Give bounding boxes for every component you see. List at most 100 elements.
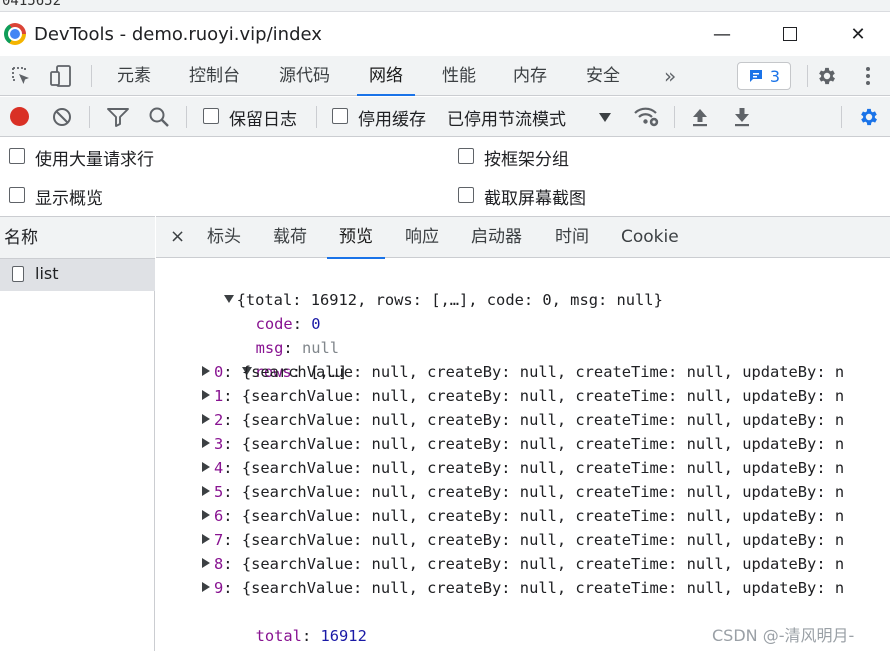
issues-button[interactable]: 3 <box>737 62 791 90</box>
json-row-index: 4 <box>214 459 224 477</box>
tab-response[interactable]: 响应 <box>405 217 439 258</box>
record-button[interactable] <box>10 107 29 126</box>
tab-preview[interactable]: 预览 <box>327 217 385 259</box>
preserve-log-checkbox[interactable] <box>203 108 219 124</box>
clear-button[interactable] <box>51 106 73 128</box>
collapse-triangle-icon[interactable] <box>202 365 210 376</box>
chevron-down-icon <box>599 112 611 122</box>
json-row-index: 8 <box>214 555 224 573</box>
json-row-index: 6 <box>214 507 224 525</box>
json-row-index: 9 <box>214 579 224 597</box>
json-root-node[interactable]: {total: 16912, rows: [,…], code: 0, msg:… <box>168 264 663 309</box>
close-detail-button[interactable]: × <box>170 217 185 258</box>
download-icon <box>735 108 749 127</box>
network-options-row-1: 使用大量请求行 按框架分组 <box>0 138 890 177</box>
issues-count: 3 <box>769 66 781 86</box>
tab-security[interactable]: 安全 <box>586 56 620 96</box>
collapse-triangle-icon[interactable] <box>202 509 210 520</box>
json-row-item[interactable]: 3: {searchValue: null, createBy: null, c… <box>200 432 844 456</box>
window-title: DevTools - demo.ruoyi.vip/index <box>34 23 322 45</box>
tab-sources[interactable]: 源代码 <box>279 56 330 96</box>
large-rows-checkbox[interactable] <box>9 148 25 164</box>
message-icon <box>749 70 762 82</box>
json-row-item[interactable]: 4: {searchValue: null, createBy: null, c… <box>200 456 844 480</box>
throttling-select[interactable]: 已停用节流模式 <box>447 105 566 130</box>
tab-performance[interactable]: 性能 <box>442 56 476 96</box>
json-row-item[interactable]: 9: {searchValue: null, createBy: null, c… <box>200 576 844 600</box>
tab-console[interactable]: 控制台 <box>189 56 240 96</box>
tab-timing[interactable]: 时间 <box>555 217 589 258</box>
inspect-element-button[interactable] <box>8 64 34 88</box>
tab-elements[interactable]: 元素 <box>117 56 151 96</box>
tab-initiator[interactable]: 启动器 <box>471 217 522 258</box>
collapse-triangle-icon[interactable] <box>202 533 210 544</box>
json-rows-node[interactable]: rows: [,…] <box>186 336 347 381</box>
request-detail-panel: × 标头 载荷 预览 响应 启动器 时间 Cookie {total: 1691… <box>156 216 890 651</box>
device-toolbar-button[interactable] <box>48 63 74 89</box>
json-row-index: 5 <box>214 483 224 501</box>
maximize-button[interactable] <box>756 12 824 56</box>
json-property: total: 16912 <box>255 627 367 645</box>
group-by-frame-checkbox[interactable] <box>458 148 474 164</box>
json-key: total <box>255 627 302 645</box>
json-row-item[interactable]: 8: {searchValue: null, createBy: null, c… <box>200 552 844 576</box>
clear-icon <box>53 108 71 126</box>
json-row-item[interactable]: 2: {searchValue: null, createBy: null, c… <box>200 408 844 432</box>
capture-screenshots-label: 截取屏幕截图 <box>484 189 586 209</box>
settings-button[interactable] <box>815 64 839 88</box>
search-button[interactable] <box>147 105 171 129</box>
collapse-triangle-icon[interactable] <box>202 557 210 568</box>
network-conditions-button[interactable] <box>632 105 660 129</box>
json-row-summary: {searchValue: null, createBy: null, crea… <box>241 507 845 525</box>
toolbar-divider <box>807 65 808 87</box>
json-row-index: 7 <box>214 531 224 549</box>
network-toolbar: 保留日志 停用缓存 已停用节流模式 <box>0 97 890 137</box>
export-har-button[interactable] <box>731 105 753 129</box>
inspect-element-icon <box>12 67 29 84</box>
show-overview-checkbox[interactable] <box>9 187 25 203</box>
json-row-item[interactable]: 5: {searchValue: null, createBy: null, c… <box>200 480 844 504</box>
request-row[interactable]: list <box>0 259 155 291</box>
tab-headers[interactable]: 标头 <box>207 217 241 258</box>
collapse-triangle-icon[interactable] <box>202 485 210 496</box>
throttling-dropdown-icon[interactable] <box>598 111 612 123</box>
json-row-item[interactable]: 0: {searchValue: null, createBy: null, c… <box>200 360 844 384</box>
gear-icon <box>861 108 877 126</box>
toolbar-divider <box>91 65 92 87</box>
upload-icon <box>693 109 707 127</box>
json-property: msg: null <box>255 339 340 357</box>
more-options-button[interactable] <box>860 64 876 88</box>
browser-top-strip: 0415652 <box>0 0 890 12</box>
json-row-index: 0 <box>214 363 224 381</box>
tab-memory[interactable]: 内存 <box>513 56 547 96</box>
disable-cache-checkbox[interactable] <box>332 108 348 124</box>
show-overview-label: 显示概览 <box>35 189 103 209</box>
collapse-triangle-icon[interactable] <box>202 581 210 592</box>
request-list-panel: 名称 list <box>0 216 155 651</box>
collapse-triangle-icon[interactable] <box>202 389 210 400</box>
detail-tab-bar: × 标头 载荷 预览 响应 启动器 时间 Cookie <box>156 217 890 259</box>
tab-cookies[interactable]: Cookie <box>621 217 679 258</box>
capture-screenshots-checkbox[interactable] <box>458 187 474 203</box>
toolbar-divider <box>186 106 187 128</box>
json-row-item[interactable]: 1: {searchValue: null, createBy: null, c… <box>200 384 844 408</box>
collapse-triangle-icon[interactable] <box>202 461 210 472</box>
collapse-triangle-icon[interactable] <box>202 437 210 448</box>
minimize-button[interactable]: — <box>688 12 756 56</box>
json-row-index: 2 <box>214 411 224 429</box>
json-row-item[interactable]: 7: {searchValue: null, createBy: null, c… <box>200 528 844 552</box>
json-row-summary: {searchValue: null, createBy: null, crea… <box>241 555 845 573</box>
disable-cache-label: 停用缓存 <box>358 110 426 130</box>
close-window-button[interactable]: ✕ <box>824 12 890 56</box>
tab-payload[interactable]: 载荷 <box>273 217 307 258</box>
json-row-item[interactable]: 6: {searchValue: null, createBy: null, c… <box>200 504 844 528</box>
filter-button[interactable] <box>106 106 130 128</box>
name-column-header[interactable]: 名称 <box>0 217 155 259</box>
tab-network[interactable]: 网络 <box>357 56 415 96</box>
import-har-button[interactable] <box>689 105 711 129</box>
more-tabs-button[interactable]: » <box>664 56 676 96</box>
network-settings-button[interactable] <box>857 105 881 129</box>
maximize-icon <box>783 27 797 41</box>
collapse-triangle-icon[interactable] <box>202 413 210 424</box>
wifi-settings-icon <box>633 107 658 127</box>
